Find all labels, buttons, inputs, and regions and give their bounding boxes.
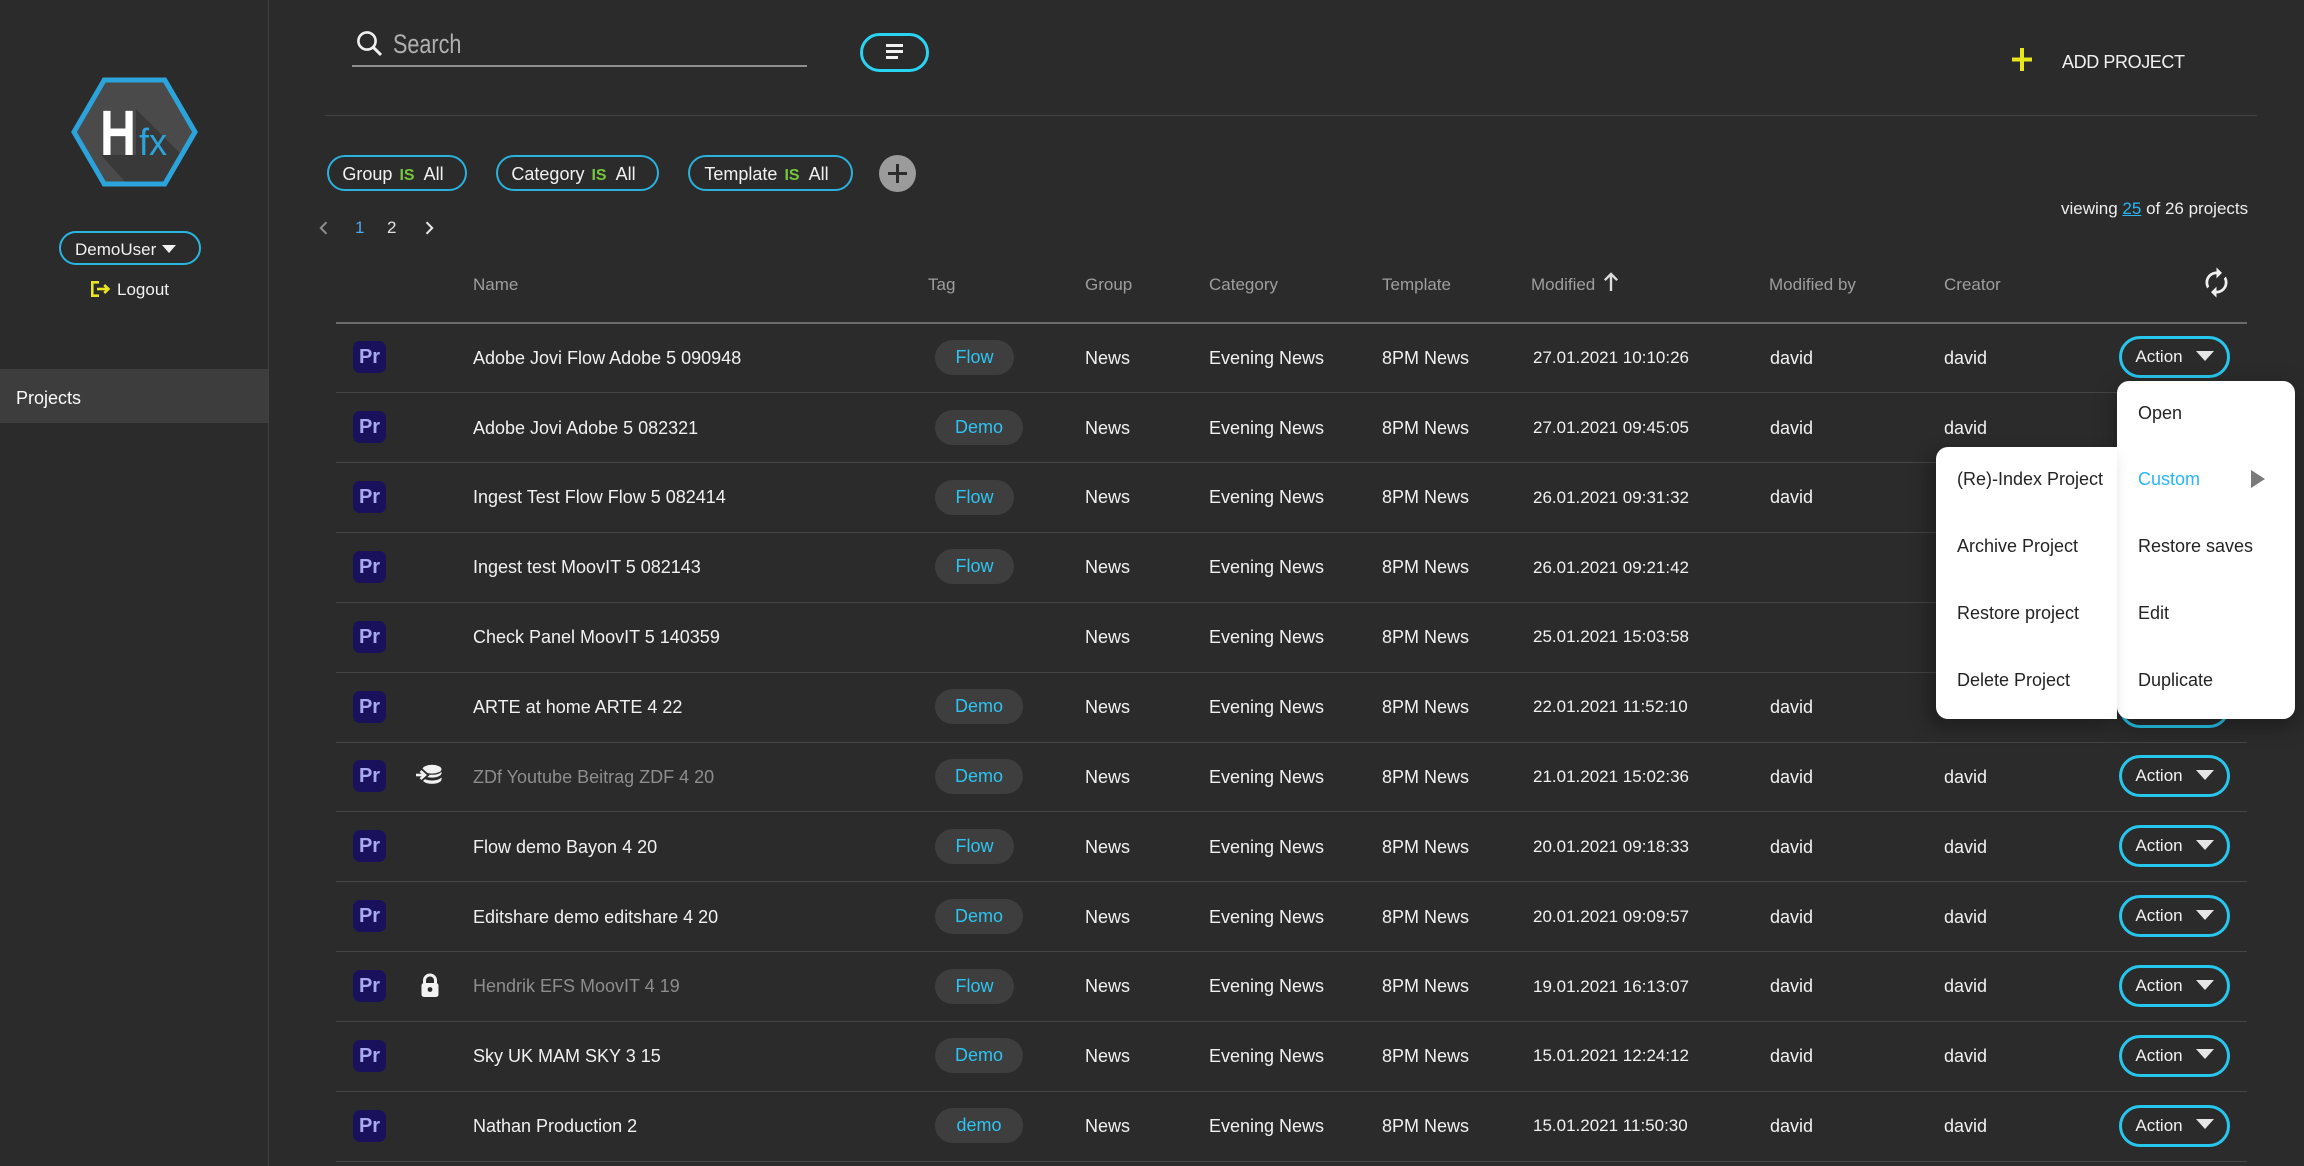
svg-text:fx: fx (139, 122, 167, 164)
svg-text:H: H (100, 97, 136, 169)
